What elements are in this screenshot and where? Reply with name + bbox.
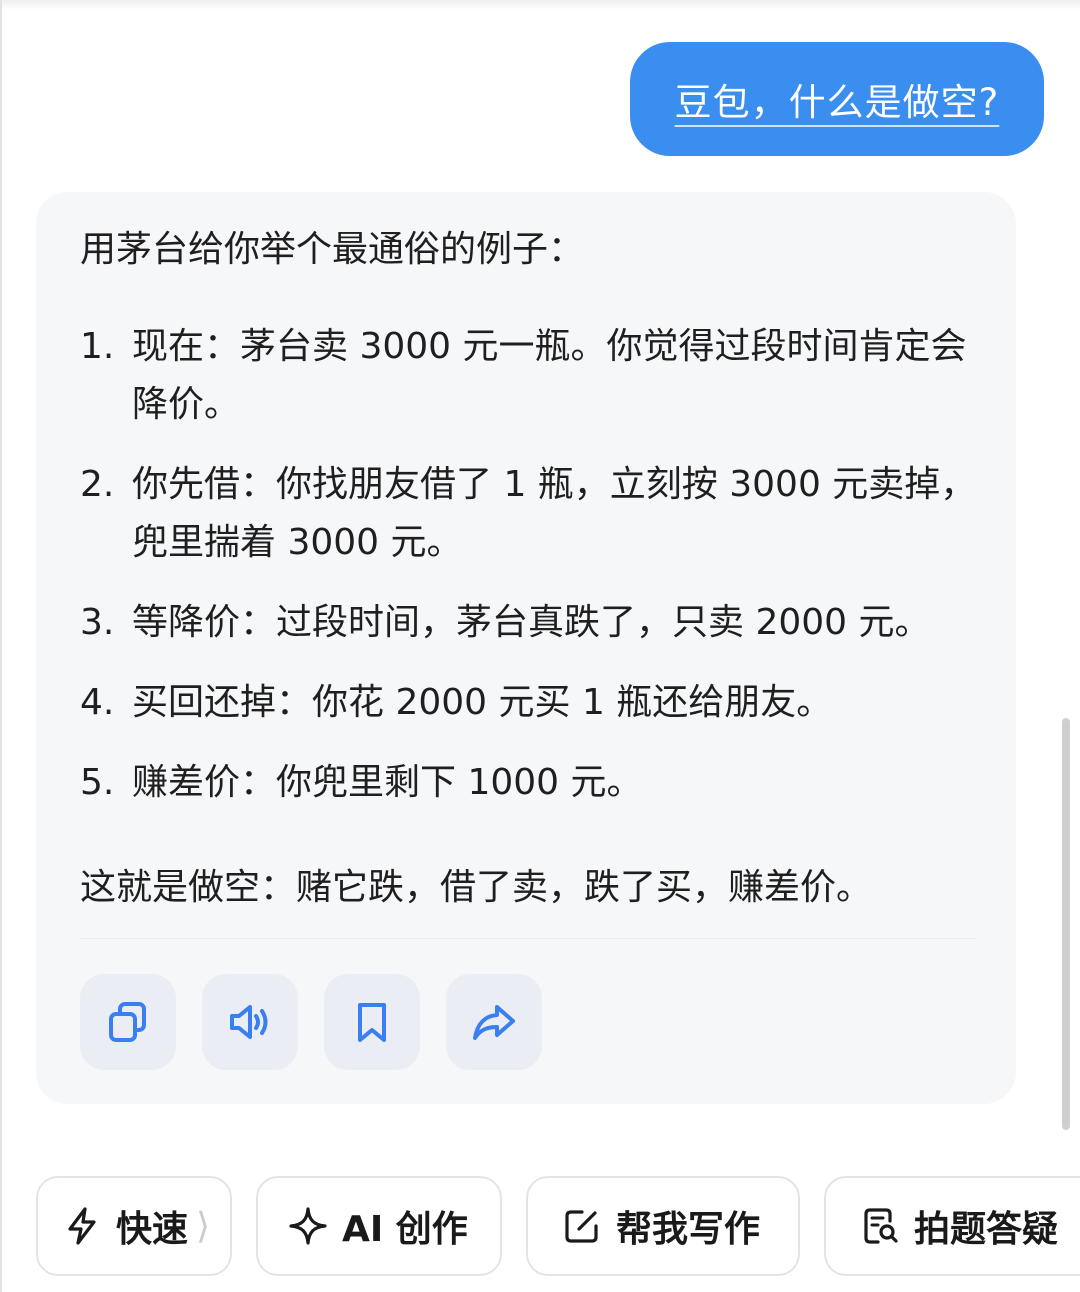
top-shadow [0,0,1080,10]
read-aloud-button[interactable] [202,974,298,1070]
scrollbar[interactable] [1062,718,1070,1130]
help-write-label: 帮我写作 [616,1209,761,1250]
share-button[interactable] [446,974,542,1070]
lightning-icon [68,1207,96,1245]
step-item: 1. 现在：茅台卖 3000 元一瓶。你觉得过段时间肯定会降价。 [80,318,980,434]
step-number: 1. [80,326,115,367]
step-item: 5. 赚差价：你兜里剩下 1000 元。 [80,754,980,812]
step-item: 2. 你先借：你找朋友借了 1 瓶，立刻按 3000 元卖掉，兜里揣着 3000… [80,456,980,572]
ai-create-chip[interactable]: AI 创作 [256,1176,502,1276]
step-text: 你先借：你找朋友借了 1 瓶，立刻按 3000 元卖掉，兜里揣着 3000 元。 [132,464,977,563]
step-item: 4. 买回还掉：你花 2000 元买 1 瓶还给朋友。 [80,674,980,732]
copy-icon [109,1002,146,1042]
assistant-summary: 这就是做空：赌它跌，借了卖，跌了买，赚差价。 [80,867,873,908]
user-message-text: 豆包，什么是做空? [674,81,1000,124]
copy-button[interactable] [80,974,176,1070]
card-divider [80,938,976,939]
help-write-chip[interactable]: 帮我写作 [526,1176,800,1276]
step-number: 2. [80,464,115,505]
share-icon [473,1005,515,1040]
user-message-bubble[interactable]: 豆包，什么是做空? [630,42,1044,156]
quick-action-chips: 快速 ⟩ AI 创作 帮我写作 拍题答疑 [36,1176,1080,1278]
assistant-intro: 用茅台给你举个最通俗的例子： [80,229,585,270]
edit-icon [565,1210,598,1243]
fast-mode-label: 快速 [116,1209,189,1250]
step-number: 5. [80,762,115,803]
step-text: 等降价：过段时间，茅台真跌了，只卖 2000 元。 [132,602,931,643]
speaker-icon [230,1005,268,1039]
left-edge [0,0,2,1292]
assistant-message-card: 用茅台给你举个最通俗的例子： 1. 现在：茅台卖 3000 元一瓶。你觉得过段时… [36,192,1016,1104]
sparkle-icon [289,1207,327,1245]
bookmark-icon [358,1003,386,1042]
photo-qa-chip[interactable]: 拍题答疑 [824,1176,1080,1276]
step-text: 赚差价：你兜里剩下 1000 元。 [132,762,643,803]
fast-mode-chip[interactable]: 快速 ⟩ [36,1176,232,1276]
chevron-right-icon: ⟩ [196,1205,211,1247]
step-text: 现在：茅台卖 3000 元一瓶。你觉得过段时间肯定会降价。 [132,326,967,425]
photo-search-icon [864,1208,898,1244]
step-text: 买回还掉：你花 2000 元买 1 瓶还给朋友。 [132,682,833,723]
message-actions [80,974,542,1070]
bookmark-button[interactable] [324,974,420,1070]
chat-screen: 豆包，什么是做空? 用茅台给你举个最通俗的例子： 1. 现在：茅台卖 3000 … [0,0,1080,1292]
steps-list: 1. 现在：茅台卖 3000 元一瓶。你觉得过段时间肯定会降价。 2. 你先借：… [80,318,980,834]
ai-create-label: AI 创作 [342,1209,468,1250]
step-number: 4. [80,682,115,723]
step-number: 3. [80,602,115,643]
photo-qa-label: 拍题答疑 [914,1209,1059,1250]
step-item: 3. 等降价：过段时间，茅台真跌了，只卖 2000 元。 [80,594,980,652]
